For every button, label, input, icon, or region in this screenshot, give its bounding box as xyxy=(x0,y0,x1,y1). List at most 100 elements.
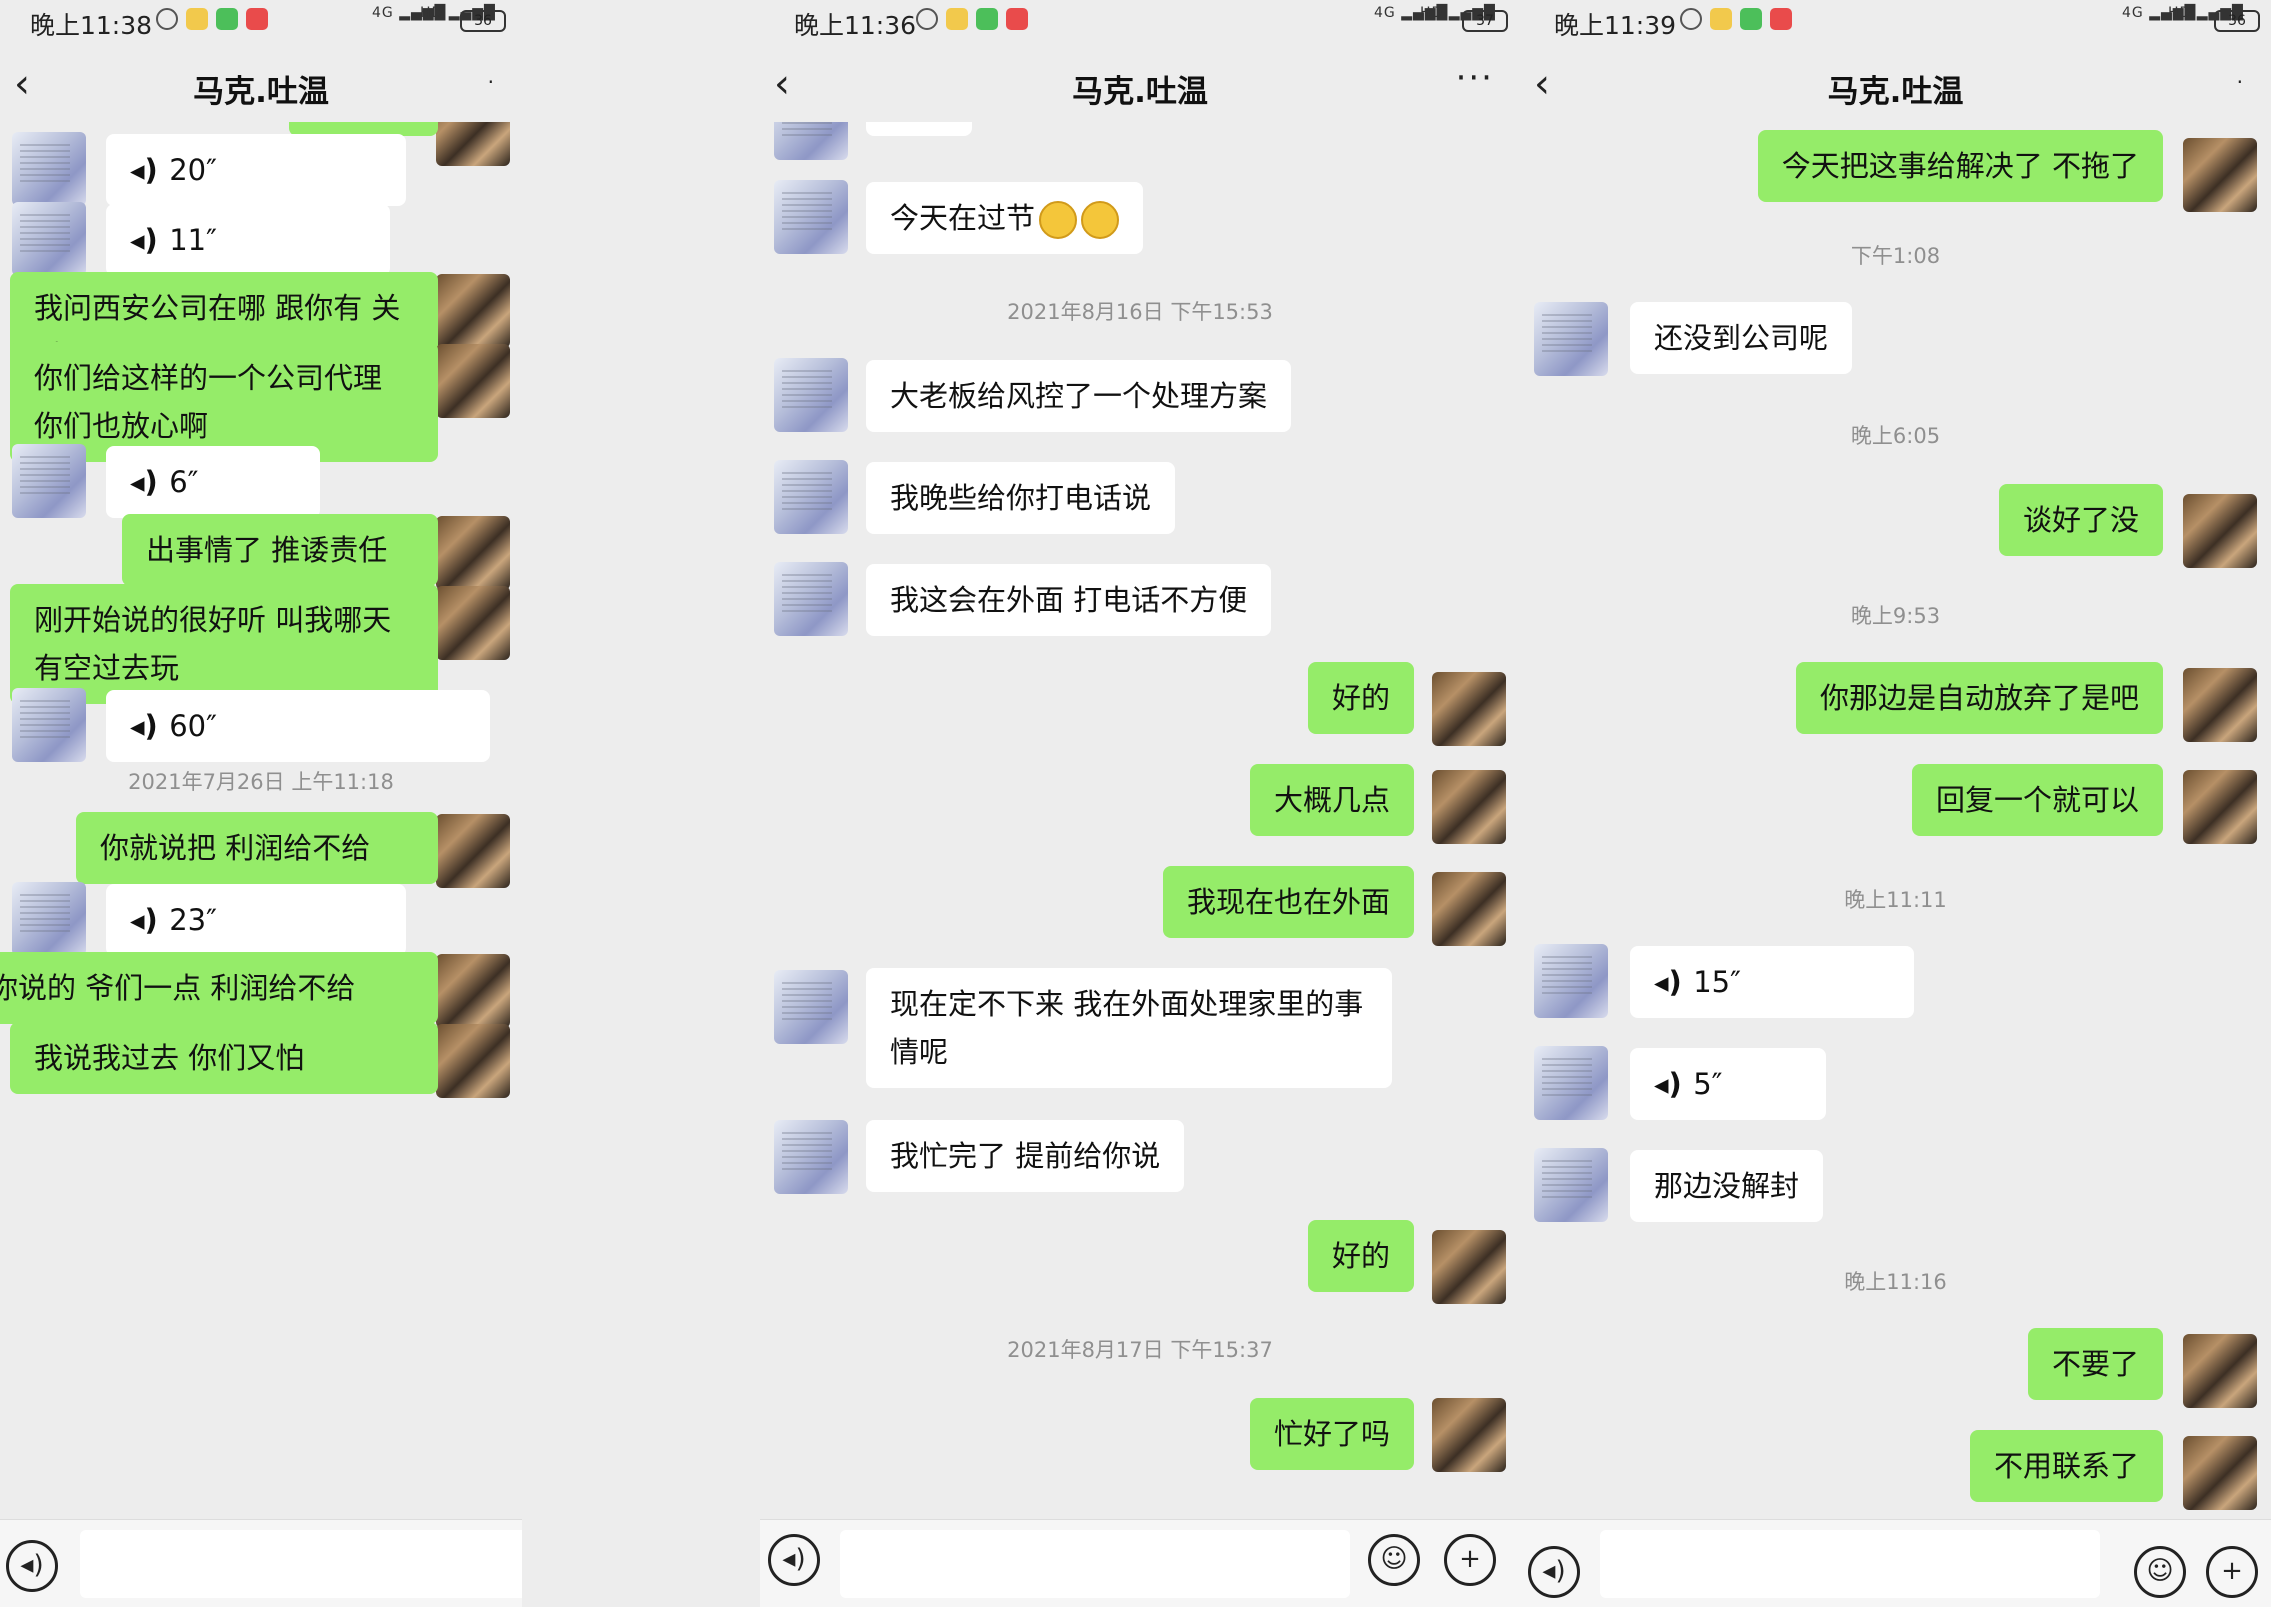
download-icon xyxy=(1740,8,1762,30)
more-dots-icon[interactable]: · xyxy=(488,70,496,94)
message-bubble[interactable]: 忙好了吗 xyxy=(1249,1398,1414,1470)
voice-input-icon[interactable]: ◂) xyxy=(768,1534,820,1586)
message-bubble[interactable]: 好的 xyxy=(1307,662,1414,734)
message-list[interactable]: 今天把这事给解决了 不拖了 下午1:08 还没到公司呢 晚上6:05 谈好了没 … xyxy=(1520,122,2271,1519)
avatar[interactable] xyxy=(2183,1436,2257,1510)
avatar[interactable] xyxy=(1534,944,1608,1018)
voice-message[interactable]: ◂) 11″ xyxy=(106,204,390,276)
message-bubble[interactable]: 不用联系了 xyxy=(1969,1430,2163,1502)
avatar[interactable] xyxy=(774,562,848,636)
status-bar: 晚上11:39 4G ▂▄▆█ HD ▂▄▆█ 36 xyxy=(1520,0,2271,44)
avatar[interactable] xyxy=(774,460,848,534)
smiley-icon[interactable]: ☺ xyxy=(1368,1534,1420,1586)
message-input[interactable] xyxy=(840,1530,1350,1598)
download-icon xyxy=(216,8,238,30)
avatar[interactable] xyxy=(774,122,848,160)
voice-input-icon[interactable]: ◂) xyxy=(1528,1546,1580,1598)
voice-message[interactable]: ◂) 5″ xyxy=(1630,1048,1826,1120)
avatar[interactable] xyxy=(2183,668,2257,742)
avatar[interactable] xyxy=(12,688,86,762)
message-bubble[interactable]: 我说我过去 你们又怕 xyxy=(10,1022,438,1094)
chat-title: 马克.吐温 xyxy=(193,74,329,110)
avatar[interactable] xyxy=(2183,770,2257,844)
message-list[interactable]: 嗯嗯 今天在过节 2021年8月16日 下午15:53 大老板给风控了一个处理方… xyxy=(760,122,1520,1519)
avatar[interactable] xyxy=(2183,1334,2257,1408)
app-badge-icon xyxy=(246,8,268,30)
timestamp: 下午1:08 xyxy=(1850,244,1941,268)
message-bubble[interactable]: 我这会在外面 打电话不方便 xyxy=(866,564,1272,636)
avatar[interactable] xyxy=(436,516,510,590)
message-bubble[interactable]: 今天把这事给解决了 不拖了 xyxy=(1757,130,2163,202)
message-input[interactable] xyxy=(80,1530,522,1598)
avatar[interactable] xyxy=(12,444,86,518)
emoji-icon xyxy=(1081,201,1120,239)
message-bubble[interactable]: 我现在也在外面 xyxy=(1162,866,1414,938)
more-dots-icon[interactable]: · xyxy=(2237,70,2245,94)
avatar[interactable] xyxy=(2183,494,2257,568)
message-bubble[interactable]: 你那边是自动放弃了是吧 xyxy=(1795,662,2163,734)
avatar[interactable] xyxy=(436,122,510,166)
avatar[interactable] xyxy=(436,586,510,660)
app-badge-icon xyxy=(1770,8,1792,30)
app-notification-icon xyxy=(186,8,208,30)
alarm-icon xyxy=(156,8,178,30)
message-bubble[interactable]: 你就说把 利润给不给 xyxy=(76,812,438,884)
voice-message[interactable]: ◂) 23″ xyxy=(106,884,406,956)
chat-title: 马克.吐温 xyxy=(1827,74,1964,110)
voice-wave-icon: ◂) xyxy=(130,223,158,257)
avatar[interactable] xyxy=(1432,672,1506,746)
timestamp: 晚上6:05 xyxy=(1850,424,1941,448)
voice-input-icon[interactable]: ◂) xyxy=(6,1540,58,1592)
avatar[interactable] xyxy=(1534,1148,1608,1222)
avatar[interactable] xyxy=(12,202,86,276)
message-list[interactable]: sb 公司 ◂) 20″ ◂) 11″ 我问西安公司在哪 跟你有 关系吗 你们给… xyxy=(0,122,522,1519)
avatar[interactable] xyxy=(436,1024,510,1098)
avatar[interactable] xyxy=(1432,770,1506,844)
message-bubble[interactable]: 现在定不下来 我在外面处理家里的事情呢 xyxy=(866,968,1392,1088)
more-dots-icon[interactable]: ··· xyxy=(1456,58,1494,98)
message-bubble[interactable]: 嗯嗯 xyxy=(866,122,973,136)
battery-icon: 36 xyxy=(2214,10,2260,32)
avatar[interactable] xyxy=(12,132,86,206)
voice-message[interactable]: ◂) 60″ xyxy=(106,690,490,762)
avatar[interactable] xyxy=(436,344,510,418)
message-bubble[interactable]: 今天在过节 xyxy=(866,182,1144,254)
avatar[interactable] xyxy=(1432,1398,1506,1472)
avatar[interactable] xyxy=(1432,1230,1506,1304)
message-bubble[interactable]: 好的 xyxy=(1307,1220,1414,1292)
avatar[interactable] xyxy=(774,358,848,432)
avatar[interactable] xyxy=(1534,1046,1608,1120)
message-bubble[interactable]: 还没到公司呢 xyxy=(1630,302,1853,374)
plus-icon[interactable]: + xyxy=(1444,1534,1496,1586)
message-bubble[interactable]: 大老板给风控了一个处理方案 xyxy=(866,360,1292,432)
message-bubble[interactable]: 大概几点 xyxy=(1249,764,1414,836)
input-bar: ◂) ☺ + xyxy=(1520,1519,2271,1607)
chat-header: ‹ 马克.吐温 ··· xyxy=(760,44,1520,130)
chat-panel-3: 晚上11:39 4G ▂▄▆█ HD ▂▄▆█ 36 ‹ 马克.吐温 · 今天把… xyxy=(1520,0,2271,1607)
avatar[interactable] xyxy=(12,882,86,956)
avatar[interactable] xyxy=(436,814,510,888)
message-bubble[interactable]: 我晚些给你打电话说 xyxy=(866,462,1176,534)
message-bubble[interactable]: 出事情了 推诿责任 xyxy=(122,514,438,586)
plus-icon[interactable]: + xyxy=(2206,1546,2258,1598)
message-bubble[interactable]: 回复一个就可以 xyxy=(1911,764,2163,836)
smiley-icon[interactable]: ☺ xyxy=(2134,1546,2186,1598)
voice-message[interactable]: ◂) 20″ xyxy=(106,134,406,206)
avatar[interactable] xyxy=(774,180,848,254)
avatar[interactable] xyxy=(436,274,510,348)
avatar[interactable] xyxy=(774,1120,848,1194)
message-bubble[interactable]: 谈好了没 xyxy=(1998,484,2163,556)
message-bubble[interactable]: 那边没解封 xyxy=(1630,1150,1824,1222)
avatar[interactable] xyxy=(436,954,510,1028)
message-bubble[interactable]: 刚开始说的很好听 叫我哪天有空过去玩 xyxy=(10,584,438,704)
voice-message[interactable]: ◂) 6″ xyxy=(106,446,320,518)
message-bubble[interactable]: 不要了 xyxy=(2027,1328,2163,1400)
message-bubble[interactable]: 我忙完了 提前给你说 xyxy=(866,1120,1185,1192)
avatar[interactable] xyxy=(2183,138,2257,212)
message-bubble[interactable]: 像你说的 爷们一点 利润给不给 xyxy=(0,952,438,1024)
message-input[interactable] xyxy=(1600,1530,2100,1598)
avatar[interactable] xyxy=(1432,872,1506,946)
avatar[interactable] xyxy=(1534,302,1608,376)
avatar[interactable] xyxy=(774,970,848,1044)
voice-message[interactable]: ◂) 15″ xyxy=(1630,946,1914,1018)
